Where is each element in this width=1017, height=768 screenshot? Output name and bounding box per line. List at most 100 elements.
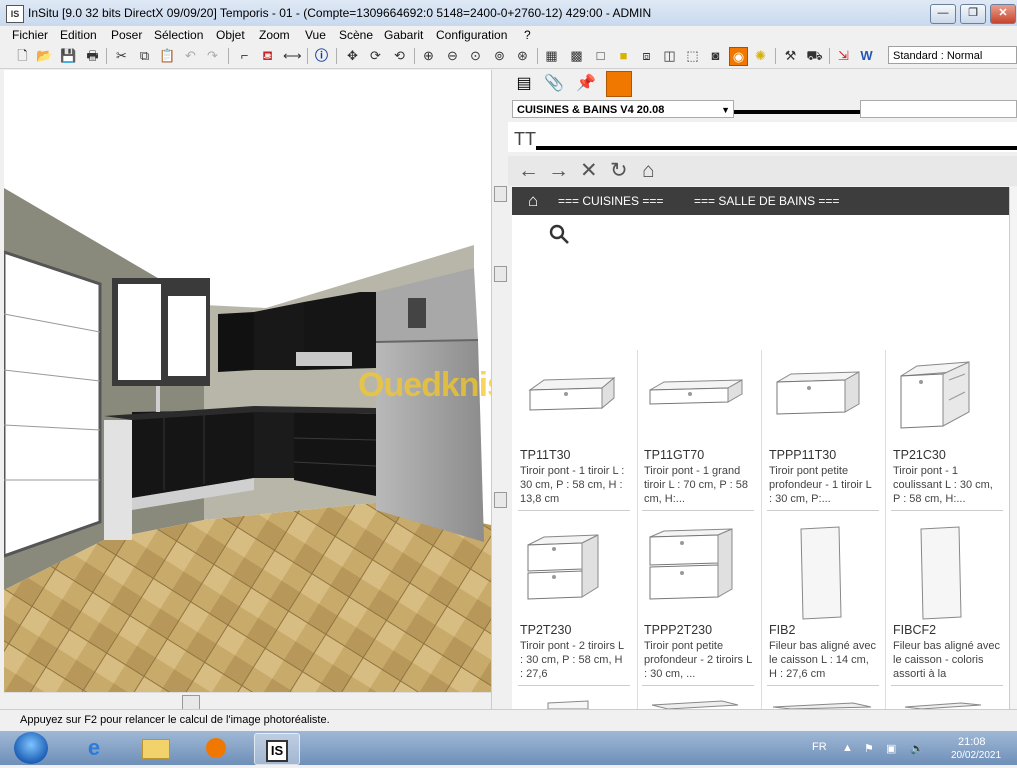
menu-poser[interactable]: Poser <box>111 28 142 42</box>
tt-label: TT <box>514 129 536 149</box>
scrollbar-thumb[interactable] <box>182 695 200 710</box>
square-outline-icon[interactable]: □ <box>592 47 609 64</box>
menu-fichier[interactable]: Fichier <box>12 28 48 42</box>
catalog-panel: ▤ 📎 📌 CUISINES & BAINS V4 20.08 ▼ TT ← →… <box>508 70 1017 709</box>
stairs-icon[interactable]: ⌐ <box>236 47 253 64</box>
back-arrow-icon[interactable]: ← <box>518 159 539 183</box>
camera-icon[interactable]: ◙ <box>707 47 724 64</box>
viewport-horizontal-scrollbar[interactable] <box>4 692 491 710</box>
category-cuisines[interactable]: === CUISINES === <box>558 194 663 208</box>
paint-bucket-icon[interactable]: ⛾ <box>259 47 276 64</box>
word-export-icon[interactable]: W <box>858 47 875 64</box>
menu-zoom[interactable]: Zoom <box>259 28 290 42</box>
zoom-window-icon[interactable]: ⊙ <box>467 47 484 64</box>
product-card-tp11t30[interactable]: TP11T30 Tiroir pont - 1 tiroir L : 30 cm… <box>518 350 630 511</box>
splitter-handle[interactable] <box>494 266 507 282</box>
box-icon[interactable]: ◫ <box>661 47 678 64</box>
maximize-button[interactable]: ❐ <box>960 4 986 24</box>
product-card-fibcf2[interactable]: FIBCF2 Fileur bas aligné avec le caisson… <box>891 525 1003 686</box>
catalog-select[interactable]: CUISINES & BAINS V4 20.08 ▼ <box>512 100 734 118</box>
truck-icon[interactable]: ⛟ <box>806 47 823 64</box>
menu-selection[interactable]: Sélection <box>154 28 203 42</box>
close-button[interactable]: ✕ <box>990 4 1016 24</box>
undo-icon[interactable]: ↶ <box>182 47 199 64</box>
refresh-icon[interactable]: ↻ <box>610 159 628 183</box>
panel-scrollbar[interactable] <box>1009 187 1017 709</box>
start-button[interactable] <box>14 732 48 764</box>
cube-outline-icon[interactable]: ⧈ <box>638 47 655 64</box>
zoom-previous-icon[interactable]: ⊛ <box>514 47 531 64</box>
ie-icon[interactable]: e <box>72 733 116 763</box>
secondary-select[interactable] <box>860 100 1017 118</box>
forward-arrow-icon[interactable]: → <box>548 159 569 183</box>
toolbar-separator <box>414 48 415 64</box>
tray-date[interactable]: 20/02/2021 <box>951 750 1001 761</box>
product-card-tppp2t230[interactable]: TPPP2T230 Tiroir pont petite profondeur … <box>642 525 754 686</box>
card-divider <box>518 685 630 686</box>
zoom-out-icon[interactable]: ⊖ <box>444 47 461 64</box>
style-select[interactable]: Standard : Normal <box>888 46 1017 64</box>
toolbar-separator <box>829 48 830 64</box>
pin-icon[interactable]: 📌 <box>574 72 598 96</box>
render-icon[interactable]: ◉ <box>729 47 748 66</box>
insitu-task-icon[interactable]: IS <box>254 733 300 765</box>
plan-view-icon[interactable]: ▦ <box>543 47 560 64</box>
new-file-icon[interactable]: 🗋 <box>14 47 31 64</box>
splitter-handle[interactable] <box>494 492 507 508</box>
splitter-bar[interactable] <box>491 70 509 709</box>
export-icon[interactable]: ⇲ <box>835 47 852 64</box>
info-icon[interactable]: ⓘ <box>313 47 330 64</box>
splitter-handle[interactable] <box>494 186 507 202</box>
save-icon[interactable]: 💾 <box>60 47 77 64</box>
product-code: FIBCF2 <box>893 623 937 637</box>
home-icon[interactable]: ⌂ <box>528 191 538 211</box>
redo-icon[interactable]: ↷ <box>204 47 221 64</box>
product-card-tp21c30[interactable]: TP21C30 Tiroir pont - 1 coulissant L : 3… <box>891 350 1003 511</box>
menu-gabarit[interactable]: Gabarit <box>384 28 423 42</box>
chevron-up-icon[interactable]: ▲ <box>842 742 853 754</box>
filler-thumbnail <box>920 526 962 620</box>
zoom-all-icon[interactable]: ⊚ <box>491 47 508 64</box>
move-icon[interactable]: ✥ <box>344 47 361 64</box>
product-card-tppp11t30[interactable]: TPPP11T30 Tiroir pont petite profondeur … <box>767 350 879 511</box>
media-player-icon[interactable] <box>194 733 238 763</box>
stop-icon[interactable]: ✕ <box>580 159 598 183</box>
product-code: TP11GT70 <box>644 448 705 462</box>
light-bulb-icon[interactable]: ✺ <box>752 47 769 64</box>
category-salle-de-bains[interactable]: === SALLE DE BAINS === <box>694 194 839 208</box>
menu-objet[interactable]: Objet <box>216 28 245 42</box>
volume-icon[interactable]: 🔈 <box>910 742 924 755</box>
network-icon[interactable]: ▣ <box>886 742 896 755</box>
flip-icon[interactable]: ⟲ <box>391 47 408 64</box>
paperclip-icon[interactable]: 📎 <box>542 72 566 96</box>
wall-view-icon[interactable]: ▩ <box>568 47 585 64</box>
open-folder-icon[interactable]: 📂 <box>36 47 53 64</box>
perspective-icon[interactable]: ⬚ <box>684 47 701 64</box>
rotate-icon[interactable]: ⟳ <box>367 47 384 64</box>
minimize-button[interactable]: — <box>930 4 956 24</box>
flag-icon[interactable]: ⚑ <box>864 742 874 755</box>
yellow-square-icon[interactable]: ■ <box>615 47 632 64</box>
cut-icon[interactable]: ✂ <box>113 47 130 64</box>
tools-icon[interactable]: ⚒ <box>782 47 799 64</box>
measure-icon[interactable]: ⟷ <box>283 47 302 64</box>
print-icon[interactable]: 🖶 <box>84 47 101 64</box>
menu-configuration[interactable]: Configuration <box>436 28 507 42</box>
tray-time[interactable]: 21:08 <box>958 736 986 748</box>
copy-icon[interactable]: ⧉ <box>136 47 153 64</box>
menu-scene[interactable]: Scène <box>339 28 373 42</box>
tray-language[interactable]: FR <box>812 741 827 753</box>
menu-vue[interactable]: Vue <box>305 28 326 42</box>
product-card-fib2[interactable]: FIB2 Fileur bas aligné avec le caisson L… <box>767 525 879 686</box>
color-swatch-button[interactable] <box>606 71 632 97</box>
explorer-folder-icon[interactable] <box>134 733 178 763</box>
menu-edition[interactable]: Edition <box>60 28 97 42</box>
paste-icon[interactable]: 📋 <box>159 47 176 64</box>
list-view-icon[interactable]: ▤ <box>512 72 536 96</box>
zoom-in-icon[interactable]: ⊕ <box>420 47 437 64</box>
search-icon[interactable] <box>548 223 570 245</box>
menu-help[interactable]: ? <box>524 28 531 42</box>
product-card-tp11gt70[interactable]: TP11GT70 Tiroir pont - 1 grand tiroir L … <box>642 350 754 511</box>
home-icon[interactable]: ⌂ <box>642 159 655 183</box>
product-card-tp2t230[interactable]: TP2T230 Tiroir pont - 2 tiroirs L : 30 c… <box>518 525 630 686</box>
